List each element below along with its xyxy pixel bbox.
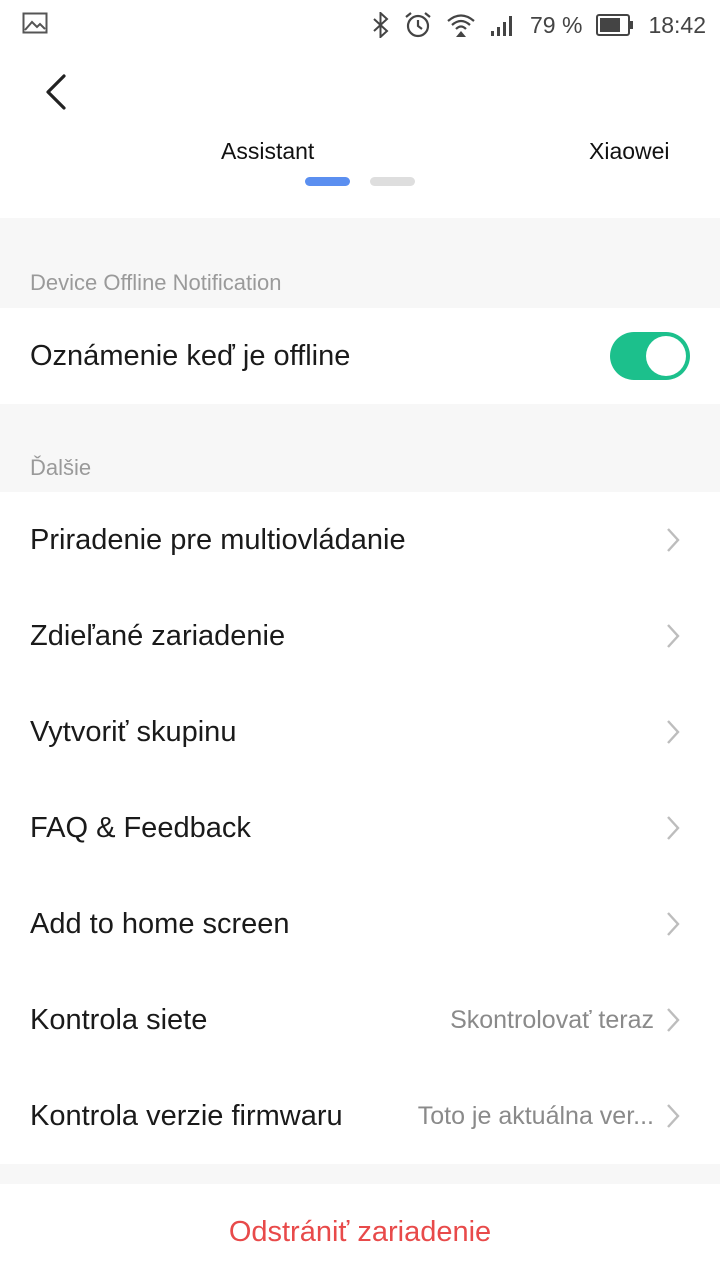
- pager-indicator-active: [305, 177, 350, 186]
- list-item-create-group[interactable]: Vytvoriť skupinu: [0, 684, 720, 780]
- list-item-label: Kontrola verzie firmwaru: [30, 1099, 343, 1132]
- list-item-label: FAQ & Feedback: [30, 811, 251, 844]
- chevron-right-icon: [666, 623, 680, 649]
- chevron-right-icon: [666, 1103, 680, 1129]
- chevron-right-icon: [666, 1007, 680, 1033]
- back-button[interactable]: [30, 68, 82, 120]
- list-item-add-to-home[interactable]: Add to home screen: [0, 876, 720, 972]
- more-card: Priradenie pre multiovládanie Zdieľané z…: [0, 492, 720, 1164]
- list-item-label: Zdieľané zariadenie: [30, 619, 286, 652]
- list-item-label: Priradenie pre multiovládanie: [30, 523, 406, 556]
- list-item-faq-feedback[interactable]: FAQ & Feedback: [0, 780, 720, 876]
- tab-assistant[interactable]: Assistant: [221, 138, 314, 165]
- chevron-right-icon: [666, 527, 680, 553]
- list-item-label: Kontrola siete: [30, 1003, 208, 1036]
- list-item-value: Toto je aktuálna ver...: [417, 1101, 654, 1130]
- offline-notification-row: Oznámenie keď je offline: [0, 308, 720, 404]
- clock: 18:42: [648, 11, 706, 38]
- alarm-icon: [404, 11, 432, 39]
- signal-icon: [490, 13, 516, 37]
- battery-percent: 79 %: [530, 11, 583, 38]
- list-item-label: Add to home screen: [30, 907, 290, 940]
- wifi-icon: [446, 12, 476, 38]
- chevron-left-icon: [44, 73, 68, 115]
- list-item-label: Vytvoriť skupinu: [30, 715, 237, 748]
- list-item-multicontrol[interactable]: Priradenie pre multiovládanie: [0, 492, 720, 588]
- chevron-right-icon: [666, 911, 680, 937]
- offline-notification-toggle[interactable]: [610, 332, 690, 380]
- remove-device-button[interactable]: Odstrániť zariadenie: [0, 1184, 720, 1280]
- section-title-offline: Device Offline Notification: [30, 270, 282, 295]
- battery-icon: [596, 14, 634, 36]
- offline-notification-label: Oznámenie keď je offline: [30, 339, 351, 372]
- bluetooth-icon: [372, 12, 390, 38]
- list-item-value: Skontrolovať teraz: [450, 1005, 654, 1034]
- chevron-right-icon: [666, 719, 680, 745]
- tab-xiaowei[interactable]: Xiaowei: [589, 138, 670, 165]
- list-item-firmware-check[interactable]: Kontrola verzie firmwaru Toto je aktuáln…: [0, 1068, 720, 1164]
- list-item-shared-device[interactable]: Zdieľané zariadenie: [0, 588, 720, 684]
- offline-card: Oznámenie keď je offline: [0, 308, 720, 404]
- image-icon: [22, 12, 48, 39]
- list-item-network-check[interactable]: Kontrola siete Skontrolovať teraz: [0, 972, 720, 1068]
- section-title-more: Ďalšie: [30, 455, 92, 480]
- toggle-knob: [646, 336, 686, 376]
- header: Assistant Xiaowei: [0, 50, 720, 218]
- pager-indicator-inactive: [370, 177, 415, 186]
- status-bar: 79 % 18:42: [0, 0, 720, 50]
- chevron-right-icon: [666, 815, 680, 841]
